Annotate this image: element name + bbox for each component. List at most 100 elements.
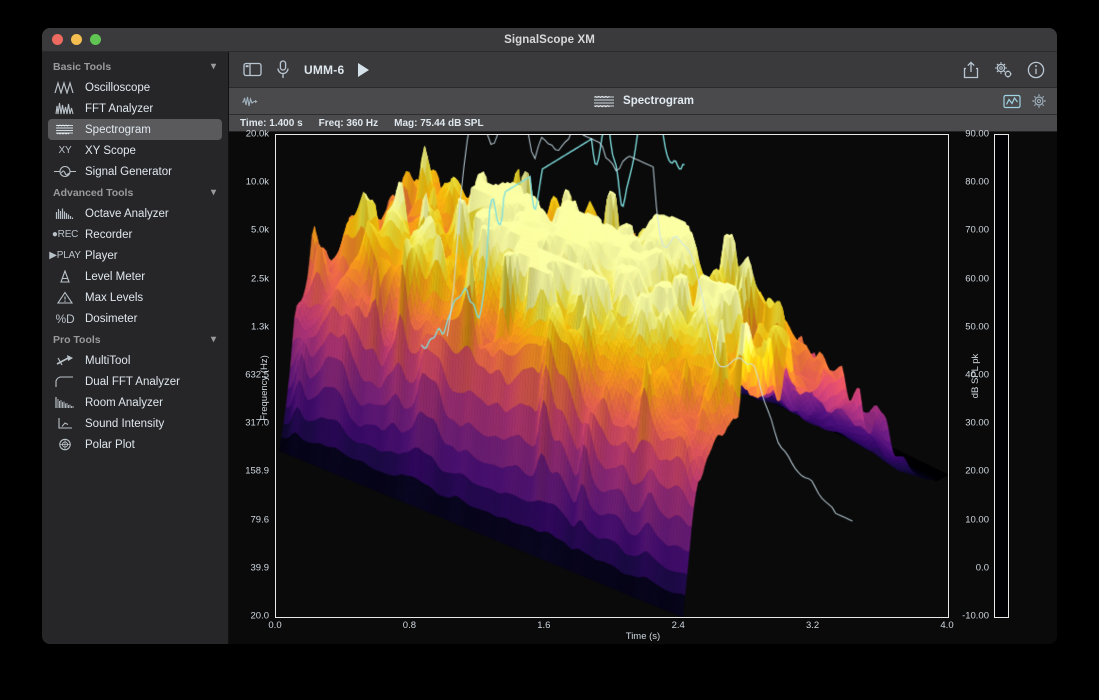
y-axis-ticks: 20.0k10.0k5.0k2.5k1.3k632.5317.0158.979.… (229, 132, 275, 644)
sidebar-item-label: Dosimeter (85, 313, 137, 325)
chevron-down-icon[interactable]: ▾ (211, 335, 216, 345)
sidebar-item-dual-fft-analyzer[interactable]: Dual FFT Analyzer (48, 371, 222, 392)
sidebar-group-pro-tools[interactable]: Pro Tools ▾ (42, 329, 228, 350)
colorbar-tick-label: 70.00 (965, 225, 989, 236)
chevron-down-icon[interactable]: ▾ (211, 188, 216, 198)
sidebar-item-label: Sound Intensity (85, 418, 164, 430)
sidebar-item-label: Octave Analyzer (85, 208, 169, 220)
microphone-icon[interactable] (276, 60, 290, 79)
colorbar-tick-label: 20.00 (965, 466, 989, 477)
sidebar-item-label: FFT Analyzer (85, 103, 153, 115)
waterfall-surface-canvas[interactable] (276, 135, 948, 617)
readout-freq: Freq: 360 Hz (319, 118, 378, 129)
view-toolbar: Spectrogram (229, 88, 1057, 115)
sidebar-item-player[interactable]: ▶PLAY Player (48, 245, 222, 266)
sidebar-group-label: Advanced Tools (53, 187, 133, 199)
window-title: SignalScope XM (42, 34, 1057, 46)
readout-time: Time: 1.400 s (240, 118, 303, 129)
dual-fft-icon (52, 375, 78, 388)
sidebar-item-recorder[interactable]: ●REC Recorder (48, 224, 222, 245)
colorbar-tick-label: 80.00 (965, 177, 989, 188)
colorbar-tick-label: 40.00 (965, 370, 989, 381)
x-tick-label: 1.6 (537, 620, 550, 631)
y-tick-label: 20.0k (246, 129, 269, 140)
level-meter-icon (52, 270, 78, 283)
colorbar-tick-label: 10.00 (965, 514, 989, 525)
sidebar-item-dosimeter[interactable]: %D Dosimeter (48, 308, 222, 329)
sidebar-item-sound-intensity[interactable]: Sound Intensity (48, 413, 222, 434)
fft-bars-icon (52, 102, 78, 115)
sidebar-item-spectrogram[interactable]: Spectrogram (48, 119, 222, 140)
gears-icon[interactable] (993, 61, 1013, 79)
x-tick-label: 0.8 (403, 620, 416, 631)
sidebar-item-signal-generator[interactable]: Signal Generator (48, 161, 222, 182)
sidebar-group-label: Basic Tools (53, 61, 111, 73)
waveform-sine-icon (52, 81, 78, 94)
share-icon[interactable] (963, 61, 979, 79)
rec-text-icon: ●REC (52, 229, 78, 240)
play-icon[interactable] (358, 63, 369, 77)
view-title: Spectrogram (623, 95, 694, 107)
y-tick-label: 39.9 (251, 562, 270, 573)
colorbar-tick-label: 90.00 (965, 129, 989, 140)
y-tick-label: 158.9 (245, 466, 269, 477)
signal-generator-icon (52, 165, 78, 178)
sidebar-item-label: Max Levels (85, 292, 143, 304)
sidebar-item-octave-analyzer[interactable]: Octave Analyzer (48, 203, 222, 224)
y-tick-label: 632.5 (245, 370, 269, 381)
spectrogram-plot[interactable]: Frequency (Hz) 20.0k10.0k5.0k2.5k1.3k632… (229, 132, 1057, 644)
sidebar-item-label: Level Meter (85, 271, 145, 283)
x-tick-label: 3.2 (806, 620, 819, 631)
colorbar-tick-label: 0.0 (976, 562, 989, 573)
sidebar-toggle-icon[interactable] (243, 62, 262, 77)
sidebar-item-fft-analyzer[interactable]: FFT Analyzer (48, 98, 222, 119)
y-tick-label: 317.0 (245, 418, 269, 429)
sidebar-item-label: Signal Generator (85, 166, 172, 178)
graph-settings-icon[interactable] (1003, 94, 1021, 109)
screen: SignalScope XM Basic Tools ▾ Oscilloscop… (0, 0, 1099, 700)
sidebar-item-label: XY Scope (85, 145, 136, 157)
sidebar-group-label: Pro Tools (53, 334, 101, 346)
sidebar-item-multitool[interactable]: MultiTool (48, 350, 222, 371)
x-tick-label: 2.4 (672, 620, 685, 631)
sidebar-group-basic-tools[interactable]: Basic Tools ▾ (42, 56, 228, 77)
y-tick-label: 79.6 (251, 514, 270, 525)
sidebar-item-room-analyzer[interactable]: Room Analyzer (48, 392, 222, 413)
chevron-down-icon[interactable]: ▾ (211, 62, 216, 72)
sidebar-item-polar-plot[interactable]: Polar Plot (48, 434, 222, 455)
device-label[interactable]: UMM-6 (304, 63, 344, 77)
x-tick-label: 0.0 (268, 620, 281, 631)
y-tick-label: 1.3k (251, 321, 269, 332)
main-toolbar: UMM-6 (229, 52, 1057, 88)
app-window: SignalScope XM Basic Tools ▾ Oscilloscop… (42, 28, 1057, 644)
readout-mag: Mag: 75.44 dB SPL (394, 118, 483, 129)
warning-triangle-icon (52, 291, 78, 304)
sidebar-item-xy-scope[interactable]: XY XY Scope (48, 140, 222, 161)
sidebar-item-label: MultiTool (85, 355, 130, 367)
main-panel: UMM-6 (229, 52, 1057, 644)
sidebar-item-label: Recorder (85, 229, 132, 241)
play-text-icon: ▶PLAY (52, 250, 78, 261)
waveform-small-icon[interactable] (241, 95, 259, 108)
sidebar: Basic Tools ▾ Oscilloscope FFT Analyzer (42, 52, 229, 644)
gear-icon[interactable] (1031, 93, 1047, 109)
xy-text-icon: XY (52, 145, 78, 156)
colorbar-tick-label: 30.00 (965, 418, 989, 429)
sidebar-item-max-levels[interactable]: Max Levels (48, 287, 222, 308)
multitool-icon (52, 354, 78, 367)
surface-canvas-container[interactable] (275, 134, 949, 618)
colorbar (994, 134, 1009, 618)
colorbar-tick-label: 60.00 (965, 273, 989, 284)
sound-intensity-icon (52, 417, 78, 430)
x-axis-label: Time (s) (229, 631, 1057, 642)
x-tick-label: 4.0 (940, 620, 953, 631)
info-icon[interactable] (1027, 61, 1045, 79)
sidebar-item-label: Dual FFT Analyzer (85, 376, 180, 388)
spectrogram-icon (592, 94, 616, 109)
sidebar-group-advanced-tools[interactable]: Advanced Tools ▾ (42, 182, 228, 203)
sidebar-item-oscilloscope[interactable]: Oscilloscope (48, 77, 222, 98)
sidebar-item-label: Oscilloscope (85, 82, 150, 94)
sidebar-item-level-meter[interactable]: Level Meter (48, 266, 222, 287)
sidebar-item-label: Polar Plot (85, 439, 135, 451)
sidebar-item-label: Room Analyzer (85, 397, 163, 409)
